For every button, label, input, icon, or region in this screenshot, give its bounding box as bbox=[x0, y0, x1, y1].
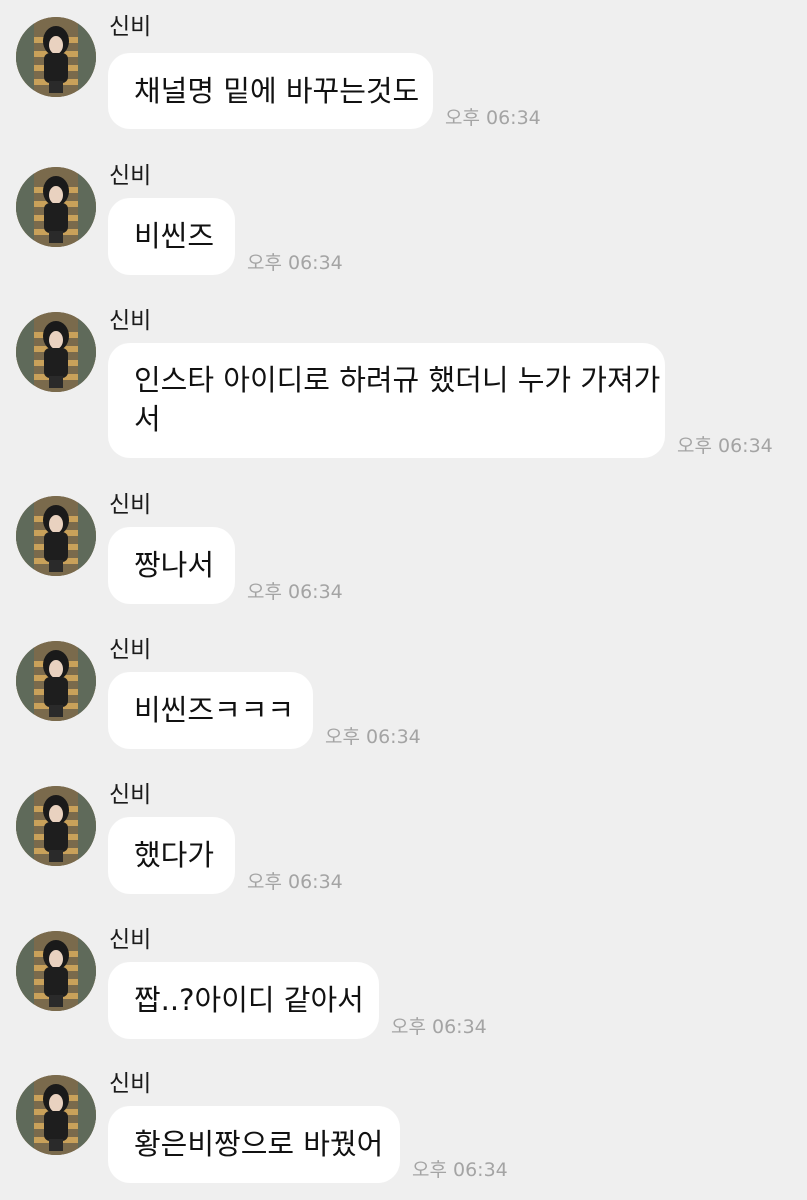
message-bubble[interactable]: 황은비짱으로 바꿨어 bbox=[108, 1106, 400, 1183]
message-text-line: 서 bbox=[134, 402, 161, 436]
profile-avatar[interactable] bbox=[16, 496, 96, 576]
message-bubble[interactable]: 채널명 밑에 바꾸는것도 bbox=[108, 53, 433, 129]
profile-avatar[interactable] bbox=[16, 167, 96, 247]
sender-name: 신비 bbox=[109, 308, 152, 334]
message-text-line: 인스타 아이디로 하려규 했더니 누가 가져가 bbox=[134, 363, 661, 397]
chat-message: 신비 짭..?아이디 같아서 오후 06:34 bbox=[0, 909, 807, 1049]
message-timestamp: 오후 06:34 bbox=[247, 252, 343, 274]
sender-name: 신비 bbox=[109, 927, 152, 953]
message-bubble[interactable]: 했다가 bbox=[108, 817, 235, 894]
sender-name: 신비 bbox=[109, 14, 152, 40]
message-bubble[interactable]: 인스타 아이디로 하려규 했더니 누가 가져가 서 bbox=[108, 343, 665, 458]
sender-name: 신비 bbox=[109, 163, 152, 189]
sender-name: 신비 bbox=[109, 1071, 152, 1097]
sender-name: 신비 bbox=[109, 782, 152, 808]
profile-avatar[interactable] bbox=[16, 17, 96, 97]
chat-message: 신비 짱나서 오후 06:34 bbox=[0, 474, 807, 614]
message-timestamp: 오후 06:34 bbox=[391, 1016, 487, 1038]
chat-message: 신비 인스타 아이디로 하려규 했더니 누가 가져가 서 오후 06:34 bbox=[0, 290, 807, 470]
chat-message: 신비 했다가 오후 06:34 bbox=[0, 764, 807, 904]
profile-avatar[interactable] bbox=[16, 641, 96, 721]
message-timestamp: 오후 06:34 bbox=[325, 726, 421, 748]
profile-avatar[interactable] bbox=[16, 786, 96, 866]
message-timestamp: 오후 06:34 bbox=[412, 1159, 508, 1181]
profile-avatar[interactable] bbox=[16, 1075, 96, 1155]
profile-avatar[interactable] bbox=[16, 312, 96, 392]
message-timestamp: 오후 06:34 bbox=[677, 435, 773, 457]
chat-message: 신비 채널명 밑에 바꾸는것도 오후 06:34 bbox=[0, 0, 807, 140]
message-bubble[interactable]: 비씬즈 bbox=[108, 198, 235, 275]
sender-name: 신비 bbox=[109, 637, 152, 663]
chat-message: 신비 비씬즈ㅋㅋㅋ 오후 06:34 bbox=[0, 619, 807, 759]
profile-avatar[interactable] bbox=[16, 931, 96, 1011]
message-timestamp: 오후 06:34 bbox=[247, 581, 343, 603]
sender-name: 신비 bbox=[109, 492, 152, 518]
message-bubble[interactable]: 비씬즈ㅋㅋㅋ bbox=[108, 672, 313, 749]
chat-message: 신비 황은비짱으로 바꿨어 오후 06:34 bbox=[0, 1053, 807, 1200]
message-timestamp: 오후 06:34 bbox=[445, 107, 541, 129]
chat-message: 신비 비씬즈 오후 06:34 bbox=[0, 145, 807, 285]
message-timestamp: 오후 06:34 bbox=[247, 871, 343, 893]
message-bubble[interactable]: 짭..?아이디 같아서 bbox=[108, 962, 379, 1039]
message-bubble[interactable]: 짱나서 bbox=[108, 527, 235, 604]
